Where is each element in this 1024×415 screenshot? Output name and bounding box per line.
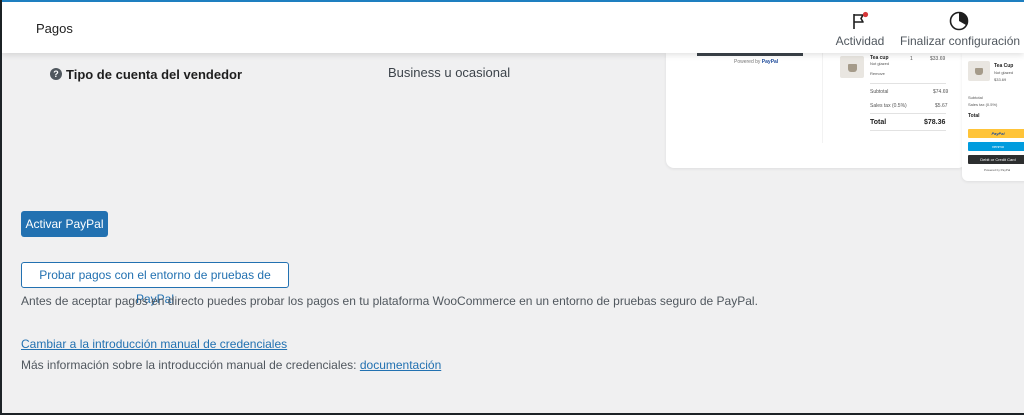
product-thumbnail: [840, 56, 864, 78]
checkout-preview-mobile: Tea Cup Not glazed $33.69 Subtotal Sales…: [962, 53, 1024, 181]
help-icon[interactable]: ?: [50, 68, 62, 80]
mobile-powered-by: Powered by PayPal: [984, 168, 1011, 172]
activity-button[interactable]: Actividad: [830, 10, 890, 50]
flag-icon: [853, 11, 869, 29]
admin-top-border: [2, 0, 1024, 2]
preview-subtotal-value: $74.69: [933, 89, 949, 95]
preview-product-variant: Not glazed: [870, 61, 890, 66]
finish-setup-button[interactable]: Finalizar configuración: [900, 10, 1021, 50]
mobile-subtotal-label: Subtotal: [968, 95, 983, 100]
manual-credentials-link[interactable]: Cambiar a la introducción manual de cred…: [21, 337, 287, 351]
seller-account-type-label: ? Tipo de cuenta del vendedor: [50, 67, 242, 82]
seller-account-type-value: Business u ocasional: [388, 65, 511, 80]
mobile-tax-label: Sales tax (0.5%): [968, 102, 998, 107]
more-info-text: Más información sobre la introducción ma…: [21, 358, 357, 372]
preview-total-label: Total: [870, 119, 887, 126]
preview-tax-label: Sales tax (0.5%): [870, 103, 907, 109]
preview-divider: [870, 83, 946, 84]
seller-account-type-text: Tipo de cuenta del vendedor: [66, 66, 243, 82]
sandbox-test-button[interactable]: Probar pagos con el entorno de pruebas d…: [21, 262, 289, 306]
mobile-product-price: $33.69: [994, 77, 1007, 82]
mobile-venmo-button: venmo: [968, 142, 1024, 151]
activity-label: Actividad: [835, 34, 885, 48]
mobile-product-name: Tea Cup: [994, 63, 1014, 69]
sandbox-description: Antes de aceptar pagos en directo puedes…: [21, 294, 758, 308]
mobile-product-thumbnail: [968, 61, 990, 81]
finish-setup-label: Finalizar configuración: [900, 34, 1021, 48]
preview-total-value: $78.36: [924, 119, 946, 126]
preview-checkout-bar: [697, 53, 803, 56]
preview-column-separator: [822, 53, 823, 143]
mobile-paypal-button: PayPal: [968, 129, 1024, 138]
progress-circle-icon: [949, 11, 969, 31]
checkout-preview-desktop: Powered by PayPal Tea cup Not glazed 1 $…: [666, 53, 966, 168]
documentation-link[interactable]: documentación: [360, 358, 441, 372]
mobile-product-variant: Not glazed: [994, 70, 1014, 75]
mobile-total-label: Total: [968, 113, 980, 119]
preview-divider: [870, 130, 946, 131]
preview-subtotal-label: Subtotal: [870, 89, 889, 95]
preview-tax-value: $5.67: [935, 103, 948, 109]
preview-divider: [870, 113, 946, 114]
preview-product-price: $33.69: [930, 56, 946, 62]
seller-account-type-row: ? Tipo de cuenta del vendedor: [50, 65, 242, 82]
page-title: Pagos: [36, 21, 73, 36]
mobile-card-button: Debit or Credit Card: [968, 155, 1024, 164]
more-info-line: Más información sobre la introducción ma…: [21, 358, 441, 372]
preview-powered-by: Powered by PayPal: [734, 59, 779, 65]
preview-remove: Remove: [870, 71, 885, 76]
page-header: Pagos Actividad Finalizar configuración: [2, 2, 1024, 53]
preview-product-qty: 1: [910, 56, 913, 62]
activate-paypal-button[interactable]: Activar PayPal: [21, 211, 108, 237]
